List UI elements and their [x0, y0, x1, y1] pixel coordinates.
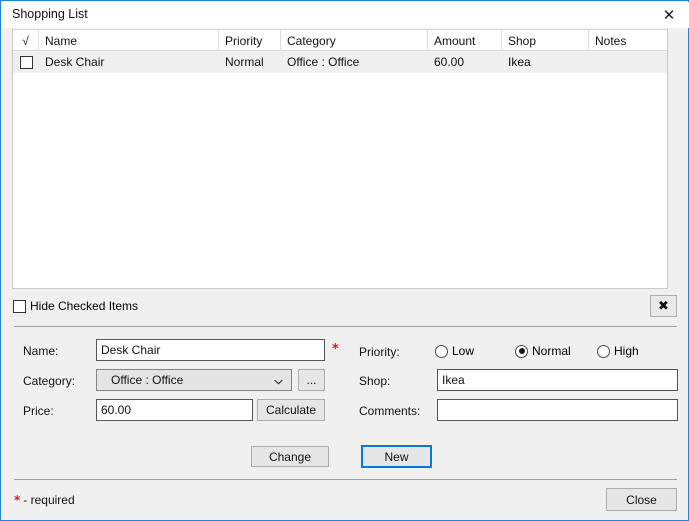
row-checkbox[interactable] — [19, 55, 33, 69]
name-label: Name: — [23, 344, 59, 358]
column-header-check[interactable]: √ — [13, 30, 39, 51]
close-button[interactable]: Close — [606, 488, 677, 511]
radio-dot — [515, 344, 528, 358]
shopping-list-window: Shopping List ✕ √ Name Priority Category Amo… — [0, 0, 689, 521]
priority-option-label: High — [614, 344, 639, 358]
name-input[interactable] — [96, 339, 325, 361]
delete-item-button[interactable]: ✖ — [650, 295, 677, 317]
delete-icon: ✖ — [658, 298, 669, 314]
priority-radio-normal[interactable]: Normal — [515, 344, 571, 358]
table-header-row: √ Name Priority Category Amount Shop Notes — [13, 29, 667, 51]
shop-input[interactable] — [437, 369, 678, 391]
radio-dot — [597, 344, 610, 358]
cell-priority: Normal — [225, 55, 264, 69]
priority-option-label: Normal — [532, 344, 571, 358]
form-separator — [14, 326, 677, 327]
column-header-name[interactable]: Name — [39, 30, 219, 51]
name-required-asterisk: * — [332, 342, 339, 357]
column-header-notes[interactable]: Notes — [589, 30, 656, 51]
hide-checked-items-label: Hide Checked Items — [30, 299, 139, 313]
price-input[interactable] — [96, 399, 253, 421]
calculate-label: Calculate — [265, 403, 317, 417]
category-label: Category: — [23, 374, 76, 388]
category-selected-value: Office : Office — [111, 373, 184, 387]
change-button[interactable]: Change — [251, 446, 329, 467]
chevron-down-icon — [274, 376, 283, 385]
category-browse-label: ... — [306, 373, 317, 387]
column-header-priority[interactable]: Priority — [219, 30, 281, 51]
cell-notes — [589, 51, 656, 73]
priority-label: Priority: — [359, 345, 400, 359]
comments-input[interactable] — [437, 399, 678, 421]
priority-radio-low[interactable]: Low — [435, 344, 474, 358]
comments-label: Comments: — [359, 404, 421, 418]
required-asterisk: * — [14, 493, 21, 507]
cell-shop: Ikea — [508, 55, 531, 69]
change-label: Change — [268, 449, 312, 464]
window-title: Shopping List — [12, 7, 88, 21]
cell-category: Office : Office — [287, 55, 360, 69]
priority-radio-high[interactable]: High — [597, 344, 639, 358]
calculate-button[interactable]: Calculate — [257, 399, 325, 421]
category-select[interactable]: Office : Office — [96, 369, 292, 391]
title-bar: Shopping List ✕ — [2, 2, 689, 28]
footer-separator — [14, 479, 677, 480]
cell-amount: 60.00 — [434, 55, 465, 69]
shopping-list-table: √ Name Priority Category Amount Shop Notes Des… — [12, 29, 668, 289]
close-label: Close — [626, 492, 657, 507]
table-row[interactable]: Desk Chair Normal Office : Office 60.00 Ikea — [13, 51, 667, 73]
new-button[interactable]: New — [361, 445, 432, 468]
close-icon[interactable]: ✕ — [658, 5, 680, 25]
radio-dot — [435, 344, 448, 358]
category-browse-button[interactable]: ... — [298, 369, 325, 391]
cell-check — [13, 51, 39, 73]
cell-name: Desk Chair — [45, 55, 105, 69]
column-header-amount[interactable]: Amount — [428, 30, 502, 51]
hide-checked-items-checkbox[interactable]: Hide Checked Items — [13, 299, 138, 313]
column-header-shop[interactable]: Shop — [502, 30, 589, 51]
checkbox-box — [13, 299, 26, 313]
shop-label: Shop: — [359, 374, 391, 388]
required-text: - required — [23, 493, 75, 507]
priority-option-label: Low — [452, 344, 475, 358]
column-header-category[interactable]: Category — [281, 30, 428, 51]
price-label: Price: — [23, 404, 54, 418]
new-label: New — [384, 449, 409, 464]
required-note: * - required — [14, 493, 75, 507]
